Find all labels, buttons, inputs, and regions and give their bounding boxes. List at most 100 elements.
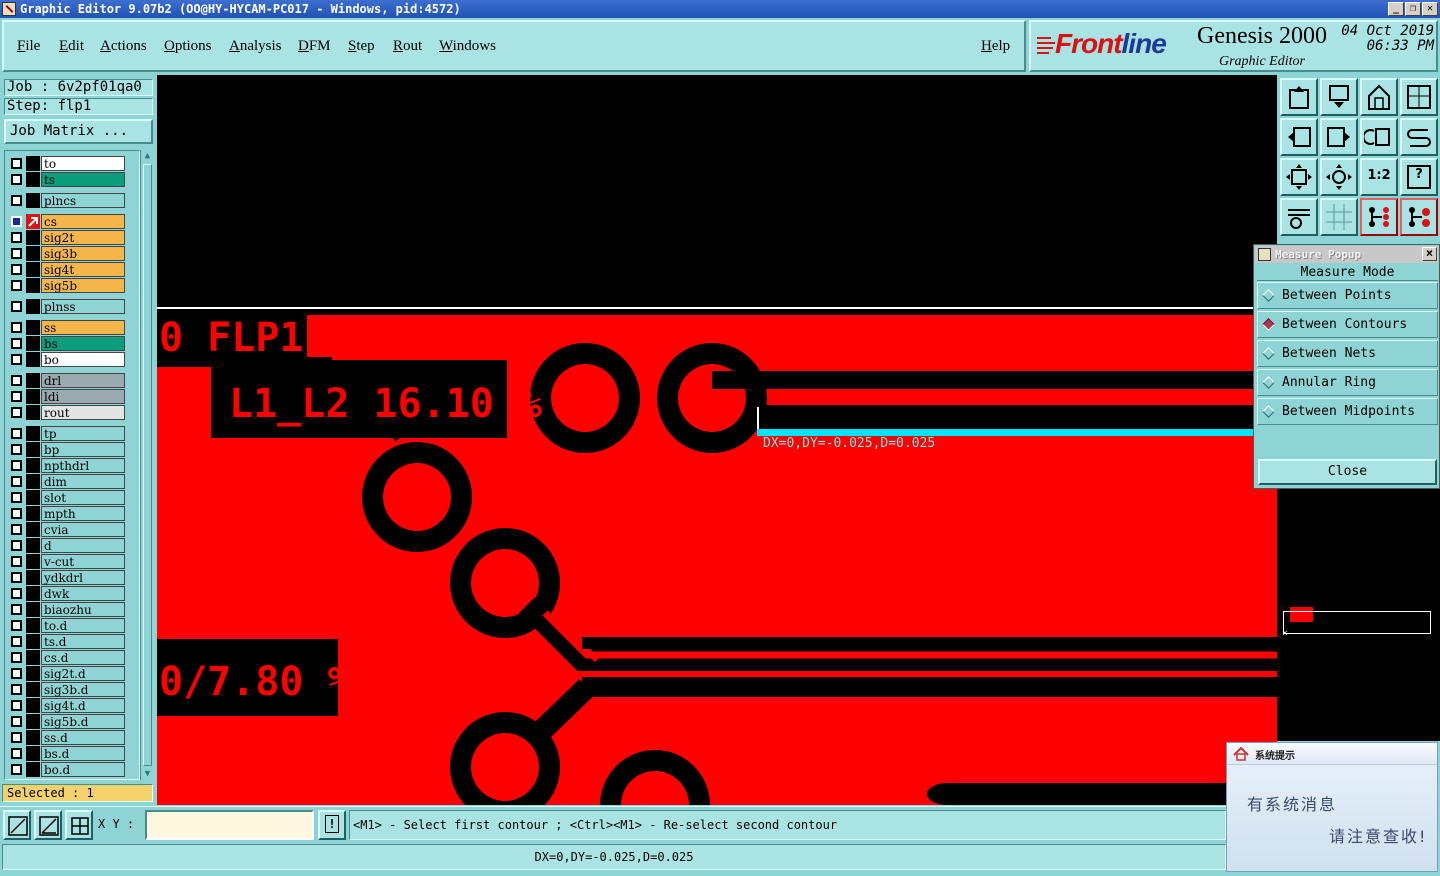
- layer-row[interactable]: plnss: [7, 299, 125, 314]
- layer-affected-toggle[interactable]: [26, 278, 40, 293]
- menu-options[interactable]: Options: [164, 38, 212, 55]
- layer-name[interactable]: tp: [41, 426, 125, 441]
- layer-row[interactable]: slot: [7, 490, 125, 505]
- layer-affected-toggle[interactable]: [26, 730, 40, 745]
- layer-row[interactable]: cvia: [7, 522, 125, 537]
- scroll-down-icon[interactable]: ▼: [142, 768, 153, 780]
- layer-row[interactable]: cs: [7, 214, 125, 229]
- layer-affected-toggle[interactable]: [26, 389, 40, 404]
- layer-name[interactable]: ts.d: [41, 634, 125, 649]
- layer-name[interactable]: rout: [41, 405, 125, 420]
- scroll-up-icon[interactable]: ▲: [142, 150, 153, 162]
- layer-row[interactable]: biaozhu: [7, 602, 125, 617]
- layer-name[interactable]: bo: [41, 352, 125, 367]
- layer-display-checkbox[interactable]: [11, 375, 22, 386]
- layer-name[interactable]: sig2t.d: [41, 666, 125, 681]
- layer-display-checkbox[interactable]: [11, 700, 22, 711]
- layer-display-checkbox[interactable]: [11, 716, 22, 727]
- layer-name[interactable]: sig4t.d: [41, 698, 125, 713]
- layer-name[interactable]: ts: [41, 172, 125, 187]
- layer-row[interactable]: ydkdrl: [7, 570, 125, 585]
- option-between-midpoints[interactable]: Between Midpoints: [1257, 398, 1438, 425]
- layer-display-checkbox[interactable]: [11, 668, 22, 679]
- layer-affected-toggle[interactable]: [26, 172, 40, 187]
- layer-name[interactable]: ss.d: [41, 730, 125, 745]
- layer-display-checkbox[interactable]: [11, 508, 22, 519]
- layer-name[interactable]: npthdrl: [41, 458, 125, 473]
- layer-row[interactable]: v-cut: [7, 554, 125, 569]
- snap-mode-button[interactable]: [3, 810, 31, 840]
- layer-row[interactable]: bs.d: [7, 746, 125, 761]
- layer-affected-toggle[interactable]: [26, 634, 40, 649]
- layer-display-checkbox[interactable]: [11, 556, 22, 567]
- layer-display-checkbox[interactable]: [11, 476, 22, 487]
- layer-row[interactable]: sig3b: [7, 246, 125, 261]
- layer-row[interactable]: bs: [7, 336, 125, 351]
- layer-row[interactable]: ldi: [7, 389, 125, 404]
- layer-name[interactable]: cs.d: [41, 650, 125, 665]
- layer-display-checkbox[interactable]: [11, 588, 22, 599]
- layer-name[interactable]: sig4t: [41, 262, 125, 277]
- option-annular-ring[interactable]: Annular Ring: [1257, 369, 1438, 396]
- job-matrix-button[interactable]: Job Matrix ...: [4, 119, 153, 144]
- layer-name[interactable]: to.d: [41, 618, 125, 633]
- layer-row[interactable]: drl: [7, 373, 125, 388]
- layer-name[interactable]: ss: [41, 320, 125, 335]
- xy-input[interactable]: [145, 810, 314, 840]
- net-connect-button[interactable]: [1400, 198, 1438, 236]
- zoom-back-button[interactable]: [1360, 118, 1398, 156]
- layer-affected-toggle[interactable]: [26, 666, 40, 681]
- layer-name[interactable]: d: [41, 538, 125, 553]
- layer-affected-toggle[interactable]: [26, 320, 40, 335]
- layer-name[interactable]: sig5b.d: [41, 714, 125, 729]
- settings-tool-button[interactable]: [1280, 198, 1318, 236]
- option-between-nets[interactable]: Between Nets: [1257, 340, 1438, 367]
- layer-affected-toggle[interactable]: [26, 474, 40, 489]
- layer-display-checkbox[interactable]: [11, 524, 22, 535]
- layer-name[interactable]: dim: [41, 474, 125, 489]
- restore-button[interactable]: ❐: [1405, 2, 1421, 16]
- layer-name[interactable]: to: [41, 156, 125, 171]
- layer-affected-toggle[interactable]: [26, 522, 40, 537]
- layer-row[interactable]: plncs: [7, 193, 125, 208]
- layer-display-checkbox[interactable]: [11, 460, 22, 471]
- layer-name[interactable]: dwk: [41, 586, 125, 601]
- layer-row[interactable]: sig5b.d: [7, 714, 125, 729]
- net-highlight-button[interactable]: [1360, 198, 1398, 236]
- layer-display-checkbox[interactable]: [11, 764, 22, 775]
- layer-row[interactable]: ss: [7, 320, 125, 335]
- layer-affected-toggle[interactable]: [26, 214, 40, 229]
- layer-row[interactable]: sig4t.d: [7, 698, 125, 713]
- layer-row[interactable]: sig4t: [7, 262, 125, 277]
- layer-row[interactable]: dwk: [7, 586, 125, 601]
- layer-name[interactable]: drl: [41, 373, 125, 388]
- scroll-thumb[interactable]: [143, 164, 152, 766]
- window-view-button[interactable]: [1400, 78, 1438, 116]
- layer-row[interactable]: dim: [7, 474, 125, 489]
- layer-affected-toggle[interactable]: [26, 538, 40, 553]
- layer-affected-toggle[interactable]: [26, 193, 40, 208]
- redraw-button[interactable]: [1400, 118, 1438, 156]
- layer-name[interactable]: slot: [41, 490, 125, 505]
- layer-affected-toggle[interactable]: [26, 506, 40, 521]
- popup-close-icon[interactable]: ×: [1422, 247, 1437, 261]
- layer-display-checkbox[interactable]: [11, 301, 22, 312]
- menu-actions[interactable]: Actions: [100, 38, 147, 55]
- layer-display-checkbox[interactable]: [11, 684, 22, 695]
- layer-display-checkbox[interactable]: [11, 338, 22, 349]
- layer-display-checkbox[interactable]: [11, 652, 22, 663]
- layer-name[interactable]: v-cut: [41, 554, 125, 569]
- overview-viewport[interactable]: [1283, 611, 1431, 634]
- measure-close-button[interactable]: Close: [1258, 459, 1437, 485]
- layer-affected-toggle[interactable]: [26, 352, 40, 367]
- grid-snap-button[interactable]: [65, 810, 93, 840]
- layer-row[interactable]: bo.d: [7, 762, 125, 777]
- layer-display-checkbox[interactable]: [11, 540, 22, 551]
- layer-display-checkbox[interactable]: [11, 732, 22, 743]
- layer-affected-toggle[interactable]: [26, 618, 40, 633]
- layer-affected-toggle[interactable]: [26, 458, 40, 473]
- layer-affected-toggle[interactable]: [26, 682, 40, 697]
- layer-row[interactable]: sig5b: [7, 278, 125, 293]
- layer-affected-toggle[interactable]: [26, 442, 40, 457]
- layer-affected-toggle[interactable]: [26, 373, 40, 388]
